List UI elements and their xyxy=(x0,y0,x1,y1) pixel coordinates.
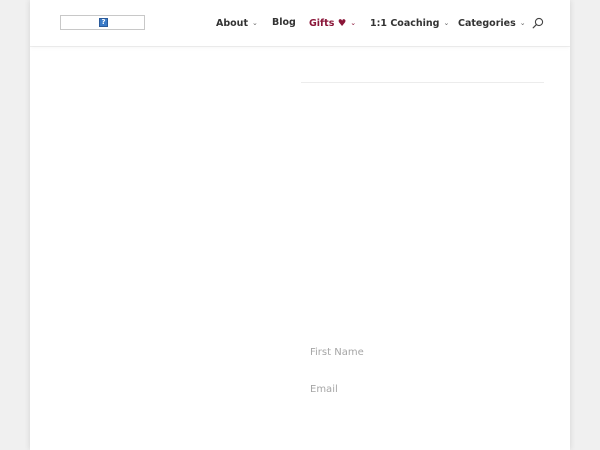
nav-item-about[interactable]: About ⌄ xyxy=(216,16,258,30)
chevron-down-icon: ⌄ xyxy=(350,19,357,27)
page: ? About ⌄ Blog Gifts ♥ ⌄ 1:1 Coaching ⌄ Cat… xyxy=(30,0,570,450)
nav-item-about-label: About xyxy=(216,18,248,29)
site-logo[interactable]: ? xyxy=(60,15,145,30)
nav-item-coaching[interactable]: 1:1 Coaching ⌄ xyxy=(370,16,449,30)
chevron-down-icon: ⌄ xyxy=(251,19,258,27)
content-divider xyxy=(301,82,544,83)
chevron-down-icon: ⌄ xyxy=(519,19,526,27)
broken-image-icon: ? xyxy=(99,18,108,27)
email-field[interactable]: Email xyxy=(310,383,338,397)
nav-item-blog[interactable]: Blog xyxy=(272,16,296,30)
first-name-field[interactable]: First Name xyxy=(310,346,364,360)
nav-item-gifts[interactable]: Gifts ♥ ⌄ xyxy=(309,16,356,30)
search-icon[interactable] xyxy=(532,17,544,29)
nav-item-coaching-label: 1:1 Coaching xyxy=(370,18,440,29)
nav-item-gifts-label: Gifts ♥ xyxy=(309,18,347,29)
chevron-down-icon: ⌄ xyxy=(443,19,450,27)
nav-item-blog-label: Blog xyxy=(272,17,296,28)
site-header: ? About ⌄ Blog Gifts ♥ ⌄ 1:1 Coaching ⌄ Cat… xyxy=(30,0,570,46)
nav-item-categories[interactable]: Categories ⌄ xyxy=(458,16,526,30)
nav-item-categories-label: Categories xyxy=(458,18,516,29)
